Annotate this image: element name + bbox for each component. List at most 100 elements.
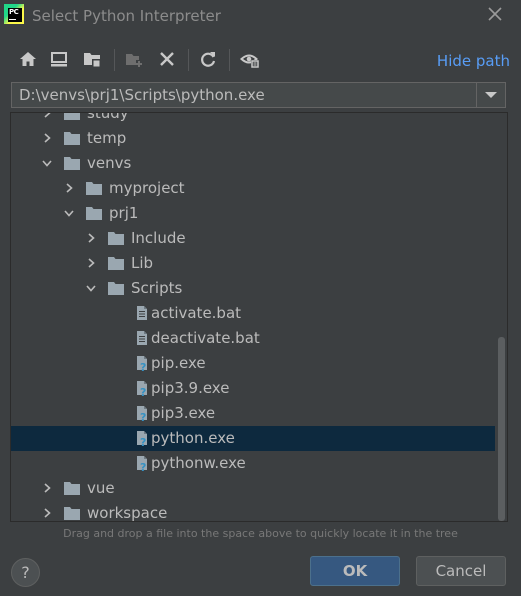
tree-folder-row[interactable]: Lib <box>11 251 495 276</box>
tree-item-label: activate.bat <box>151 304 242 322</box>
tree-item-label: prj1 <box>109 204 139 222</box>
home-icon <box>20 52 36 66</box>
tree-item-label: Lib <box>131 254 154 272</box>
tree-file-row[interactable]: activate.bat <box>11 301 495 326</box>
tree-folder-row[interactable]: myproject <box>11 176 495 201</box>
vertical-scrollbar[interactable] <box>496 113 507 521</box>
scrollbar-thumb[interactable] <box>498 337 505 521</box>
project-button[interactable] <box>82 49 102 69</box>
tree-file-row[interactable]: ? pip.exe <box>11 351 495 376</box>
refresh-icon <box>201 52 216 67</box>
help-button[interactable]: ? <box>11 558 40 587</box>
svg-text:?: ? <box>140 386 146 396</box>
tree-file-row[interactable]: ? pip3.exe <box>11 401 495 426</box>
folder-icon <box>64 132 80 145</box>
tree-file-row[interactable]: ? pip3.9.exe <box>11 376 495 401</box>
cancel-button[interactable]: Cancel <box>416 556 506 586</box>
tree-item-label: temp <box>87 129 127 147</box>
tree-folder-row[interactable]: prj1 <box>11 201 495 226</box>
unknown-file-icon: ? <box>137 406 147 421</box>
show-hidden-icon <box>240 54 259 68</box>
chevron-right-icon[interactable] <box>85 257 97 269</box>
close-icon <box>488 7 502 21</box>
tree-file-row[interactable]: ? python.exe <box>11 426 495 451</box>
tree-item-label: study <box>87 112 129 122</box>
tree-item-label: Scripts <box>131 279 183 297</box>
tree-item-label: vue <box>87 479 115 497</box>
delete-icon <box>160 52 174 66</box>
folder-icon <box>86 182 102 195</box>
chevron-down-icon[interactable] <box>85 282 97 294</box>
tree-item-label: pip3.exe <box>151 404 216 422</box>
window-title: Select Python Interpreter <box>32 7 221 25</box>
close-button[interactable] <box>486 5 504 23</box>
folder-icon <box>108 282 124 295</box>
svg-text:?: ? <box>140 361 146 371</box>
tree-item-label: myproject <box>109 179 185 197</box>
unknown-file-icon: ? <box>137 456 147 471</box>
pycharm-logo-icon: PC <box>4 4 24 24</box>
folder-icon <box>64 157 80 170</box>
app-logo-text: PC <box>9 8 19 16</box>
tree-folder-row[interactable]: workspace <box>11 501 495 522</box>
chevron-right-icon[interactable] <box>63 182 75 194</box>
chevron-down-icon[interactable] <box>41 157 53 169</box>
show-hidden-button[interactable] <box>240 49 260 69</box>
tree-item-label: pip3.9.exe <box>151 379 230 397</box>
desktop-icon <box>51 52 67 67</box>
ok-button[interactable]: OK <box>310 556 400 586</box>
svg-text:?: ? <box>140 436 146 446</box>
text-file-icon <box>137 331 147 345</box>
project-icon <box>84 53 100 67</box>
path-dropdown-button[interactable] <box>476 83 505 107</box>
unknown-file-icon: ? <box>137 356 147 371</box>
folder-icon <box>108 257 124 270</box>
tree-folder-row[interactable]: Scripts <box>11 276 495 301</box>
folder-icon <box>64 482 80 495</box>
unknown-file-icon: ? <box>137 381 147 396</box>
folder-icon <box>108 232 124 245</box>
hide-path-link[interactable]: Hide path <box>437 52 510 70</box>
toolbar-separator <box>188 49 189 71</box>
tree-item-label: deactivate.bat <box>151 329 260 347</box>
desktop-button[interactable] <box>49 49 69 69</box>
tree-item-label: Include <box>131 229 186 247</box>
path-combobox <box>11 82 506 108</box>
chevron-right-icon[interactable] <box>41 507 53 519</box>
svg-text:?: ? <box>140 461 146 471</box>
chevron-right-icon[interactable] <box>41 482 53 494</box>
chevron-right-icon[interactable] <box>41 132 53 144</box>
tree-folder-row[interactable]: Include <box>11 226 495 251</box>
folder-icon <box>64 113 80 120</box>
file-tree[interactable]: study temp venvs myproject prj1 Include Lib Scr… <box>10 112 508 522</box>
title-bar: PC Select Python Interpreter <box>0 0 521 32</box>
tree-item-label: pythonw.exe <box>151 454 246 472</box>
tree-item-label: workspace <box>87 504 168 522</box>
new-folder-button[interactable] <box>124 49 144 69</box>
tree-file-row[interactable]: deactivate.bat <box>11 326 495 351</box>
tree-folder-row[interactable]: temp <box>11 126 495 151</box>
folder-icon <box>64 507 80 520</box>
unknown-file-icon: ? <box>137 431 147 446</box>
tree-folder-row[interactable]: vue <box>11 476 495 501</box>
text-file-icon <box>137 306 147 320</box>
drag-drop-hint: Drag and drop a file into the space abov… <box>63 527 458 540</box>
refresh-button[interactable] <box>198 49 218 69</box>
chevron-down-icon <box>485 92 497 98</box>
tree-file-row[interactable]: ? pythonw.exe <box>11 451 495 476</box>
tree-folder-row[interactable]: venvs <box>11 151 495 176</box>
tree-folder-row[interactable]: study <box>11 112 495 126</box>
folder-icon <box>86 207 102 220</box>
tree-item-label: pip.exe <box>151 354 206 372</box>
tree-item-label: venvs <box>87 154 132 172</box>
svg-text:?: ? <box>140 411 146 421</box>
chevron-right-icon[interactable] <box>85 232 97 244</box>
chevron-down-icon[interactable] <box>63 207 75 219</box>
home-button[interactable] <box>18 49 38 69</box>
new-folder-icon <box>126 54 142 67</box>
toolbar-separator <box>114 49 115 71</box>
delete-button[interactable] <box>157 49 177 69</box>
path-input[interactable] <box>12 83 477 107</box>
chevron-right-icon[interactable] <box>41 112 53 119</box>
toolbar-separator <box>229 49 230 71</box>
